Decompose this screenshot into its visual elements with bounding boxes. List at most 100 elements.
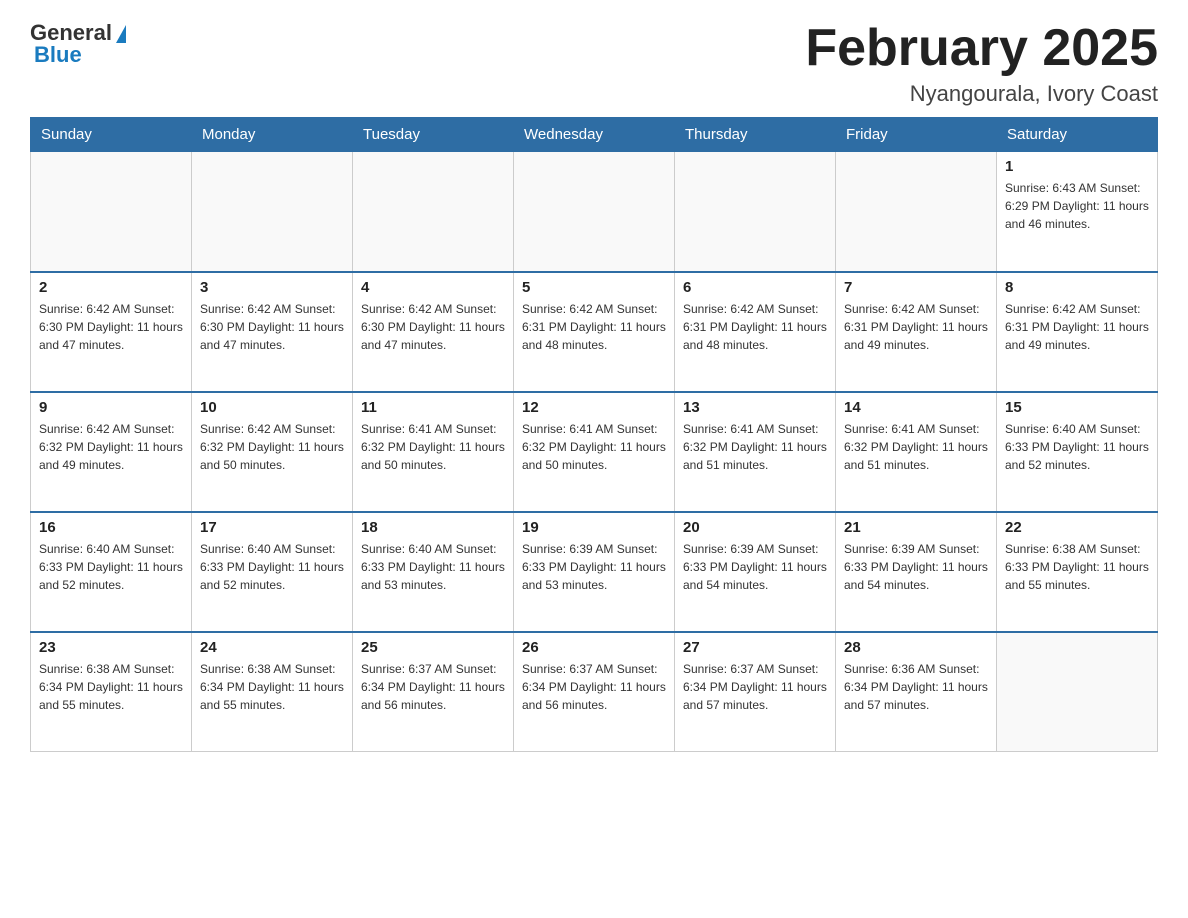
day-info: Sunrise: 6:42 AM Sunset: 6:31 PM Dayligh… bbox=[522, 300, 666, 354]
day-number: 7 bbox=[844, 279, 988, 296]
day-info: Sunrise: 6:36 AM Sunset: 6:34 PM Dayligh… bbox=[844, 660, 988, 714]
day-info: Sunrise: 6:38 AM Sunset: 6:34 PM Dayligh… bbox=[200, 660, 344, 714]
day-info: Sunrise: 6:43 AM Sunset: 6:29 PM Dayligh… bbox=[1005, 179, 1149, 233]
day-info: Sunrise: 6:42 AM Sunset: 6:31 PM Dayligh… bbox=[683, 300, 827, 354]
calendar-header-row: SundayMondayTuesdayWednesdayThursdayFrid… bbox=[31, 118, 1158, 152]
calendar-cell: 5 Sunrise: 6:42 AM Sunset: 6:31 PM Daylig… bbox=[514, 272, 675, 392]
day-info: Sunrise: 6:41 AM Sunset: 6:32 PM Dayligh… bbox=[844, 420, 988, 474]
calendar-week-1: 1 Sunrise: 6:43 AM Sunset: 6:29 PM Daylig… bbox=[31, 152, 1158, 272]
day-info: Sunrise: 6:40 AM Sunset: 6:33 PM Dayligh… bbox=[361, 540, 505, 594]
day-info: Sunrise: 6:37 AM Sunset: 6:34 PM Dayligh… bbox=[683, 660, 827, 714]
calendar-cell: 8 Sunrise: 6:42 AM Sunset: 6:31 PM Daylig… bbox=[997, 272, 1158, 392]
calendar-cell: 11 Sunrise: 6:41 AM Sunset: 6:32 PM Dayli… bbox=[353, 392, 514, 512]
day-number: 14 bbox=[844, 399, 988, 416]
day-info: Sunrise: 6:42 AM Sunset: 6:30 PM Dayligh… bbox=[200, 300, 344, 354]
calendar-cell bbox=[353, 152, 514, 272]
day-number: 13 bbox=[683, 399, 827, 416]
calendar-cell: 26 Sunrise: 6:37 AM Sunset: 6:34 PM Dayli… bbox=[514, 632, 675, 752]
column-header-tuesday: Tuesday bbox=[353, 118, 514, 152]
day-number: 27 bbox=[683, 639, 827, 656]
calendar-cell: 3 Sunrise: 6:42 AM Sunset: 6:30 PM Daylig… bbox=[192, 272, 353, 392]
calendar-cell: 1 Sunrise: 6:43 AM Sunset: 6:29 PM Daylig… bbox=[997, 152, 1158, 272]
calendar-cell: 25 Sunrise: 6:37 AM Sunset: 6:34 PM Dayli… bbox=[353, 632, 514, 752]
calendar-cell bbox=[836, 152, 997, 272]
day-number: 9 bbox=[39, 399, 183, 416]
calendar-cell: 16 Sunrise: 6:40 AM Sunset: 6:33 PM Dayli… bbox=[31, 512, 192, 632]
day-number: 10 bbox=[200, 399, 344, 416]
day-number: 8 bbox=[1005, 279, 1149, 296]
day-number: 26 bbox=[522, 639, 666, 656]
day-info: Sunrise: 6:41 AM Sunset: 6:32 PM Dayligh… bbox=[522, 420, 666, 474]
calendar-cell: 6Sunrise: 6:42 AM Sunset: 6:31 PM Daylig… bbox=[675, 272, 836, 392]
day-number: 3 bbox=[200, 279, 344, 296]
day-info: Sunrise: 6:38 AM Sunset: 6:33 PM Dayligh… bbox=[1005, 540, 1149, 594]
day-number: 19 bbox=[522, 519, 666, 536]
day-info: Sunrise: 6:42 AM Sunset: 6:31 PM Dayligh… bbox=[844, 300, 988, 354]
day-number: 1 bbox=[1005, 158, 1149, 175]
calendar-cell: 2 Sunrise: 6:42 AM Sunset: 6:30 PM Daylig… bbox=[31, 272, 192, 392]
page-header: General Blue February 2025 Nyangourala, … bbox=[30, 20, 1158, 107]
title-block: February 2025 Nyangourala, Ivory Coast bbox=[805, 20, 1158, 107]
calendar-table: SundayMondayTuesdayWednesdayThursdayFrid… bbox=[30, 117, 1158, 752]
day-info: Sunrise: 6:42 AM Sunset: 6:30 PM Dayligh… bbox=[39, 300, 183, 354]
day-number: 12 bbox=[522, 399, 666, 416]
logo-triangle-icon bbox=[116, 25, 126, 43]
calendar-week-3: 9 Sunrise: 6:42 AM Sunset: 6:32 PM Daylig… bbox=[31, 392, 1158, 512]
day-info: Sunrise: 6:41 AM Sunset: 6:32 PM Dayligh… bbox=[361, 420, 505, 474]
calendar-cell: 15 Sunrise: 6:40 AM Sunset: 6:33 PM Dayli… bbox=[997, 392, 1158, 512]
day-number: 4 bbox=[361, 279, 505, 296]
day-info: Sunrise: 6:37 AM Sunset: 6:34 PM Dayligh… bbox=[522, 660, 666, 714]
column-header-saturday: Saturday bbox=[997, 118, 1158, 152]
calendar-cell: 18 Sunrise: 6:40 AM Sunset: 6:33 PM Dayli… bbox=[353, 512, 514, 632]
calendar-cell: 13 Sunrise: 6:41 AM Sunset: 6:32 PM Dayli… bbox=[675, 392, 836, 512]
calendar-cell: 28 Sunrise: 6:36 AM Sunset: 6:34 PM Dayli… bbox=[836, 632, 997, 752]
month-title: February 2025 bbox=[805, 20, 1158, 77]
calendar-cell: 4 Sunrise: 6:42 AM Sunset: 6:30 PM Daylig… bbox=[353, 272, 514, 392]
location-title: Nyangourala, Ivory Coast bbox=[805, 81, 1158, 107]
calendar-cell bbox=[514, 152, 675, 272]
day-number: 25 bbox=[361, 639, 505, 656]
calendar-cell: 7 Sunrise: 6:42 AM Sunset: 6:31 PM Daylig… bbox=[836, 272, 997, 392]
calendar-cell: 9 Sunrise: 6:42 AM Sunset: 6:32 PM Daylig… bbox=[31, 392, 192, 512]
day-info: Sunrise: 6:42 AM Sunset: 6:30 PM Dayligh… bbox=[361, 300, 505, 354]
column-header-friday: Friday bbox=[836, 118, 997, 152]
calendar-cell: 23Sunrise: 6:38 AM Sunset: 6:34 PM Dayli… bbox=[31, 632, 192, 752]
day-number: 11 bbox=[361, 399, 505, 416]
calendar-cell bbox=[997, 632, 1158, 752]
day-info: Sunrise: 6:41 AM Sunset: 6:32 PM Dayligh… bbox=[683, 420, 827, 474]
day-number: 17 bbox=[200, 519, 344, 536]
day-number: 21 bbox=[844, 519, 988, 536]
day-info: Sunrise: 6:37 AM Sunset: 6:34 PM Dayligh… bbox=[361, 660, 505, 714]
day-info: Sunrise: 6:40 AM Sunset: 6:33 PM Dayligh… bbox=[39, 540, 183, 594]
calendar-cell: 17 Sunrise: 6:40 AM Sunset: 6:33 PM Dayli… bbox=[192, 512, 353, 632]
calendar-cell: 19 Sunrise: 6:39 AM Sunset: 6:33 PM Dayli… bbox=[514, 512, 675, 632]
calendar-cell: 27 Sunrise: 6:37 AM Sunset: 6:34 PM Dayli… bbox=[675, 632, 836, 752]
day-number: 15 bbox=[1005, 399, 1149, 416]
calendar-week-4: 16 Sunrise: 6:40 AM Sunset: 6:33 PM Dayli… bbox=[31, 512, 1158, 632]
calendar-cell: 20 Sunrise: 6:39 AM Sunset: 6:33 PM Dayli… bbox=[675, 512, 836, 632]
calendar-cell: 14 Sunrise: 6:41 AM Sunset: 6:32 PM Dayli… bbox=[836, 392, 997, 512]
calendar-week-2: 2 Sunrise: 6:42 AM Sunset: 6:30 PM Daylig… bbox=[31, 272, 1158, 392]
day-info: Sunrise: 6:42 AM Sunset: 6:32 PM Dayligh… bbox=[39, 420, 183, 474]
calendar-body: 1 Sunrise: 6:43 AM Sunset: 6:29 PM Daylig… bbox=[31, 152, 1158, 752]
calendar-cell: 21Sunrise: 6:39 AM Sunset: 6:33 PM Dayli… bbox=[836, 512, 997, 632]
column-header-wednesday: Wednesday bbox=[514, 118, 675, 152]
day-number: 20 bbox=[683, 519, 827, 536]
day-info: Sunrise: 6:40 AM Sunset: 6:33 PM Dayligh… bbox=[200, 540, 344, 594]
logo: General Blue bbox=[30, 20, 126, 68]
day-info: Sunrise: 6:42 AM Sunset: 6:31 PM Dayligh… bbox=[1005, 300, 1149, 354]
day-number: 16 bbox=[39, 519, 183, 536]
day-info: Sunrise: 6:40 AM Sunset: 6:33 PM Dayligh… bbox=[1005, 420, 1149, 474]
column-header-thursday: Thursday bbox=[675, 118, 836, 152]
day-info: Sunrise: 6:39 AM Sunset: 6:33 PM Dayligh… bbox=[522, 540, 666, 594]
calendar-cell: 24 Sunrise: 6:38 AM Sunset: 6:34 PM Dayli… bbox=[192, 632, 353, 752]
calendar-cell: 22Sunrise: 6:38 AM Sunset: 6:33 PM Dayli… bbox=[997, 512, 1158, 632]
day-number: 5 bbox=[522, 279, 666, 296]
day-info: Sunrise: 6:38 AM Sunset: 6:34 PM Dayligh… bbox=[39, 660, 183, 714]
day-number: 2 bbox=[39, 279, 183, 296]
day-number: 18 bbox=[361, 519, 505, 536]
day-info: Sunrise: 6:39 AM Sunset: 6:33 PM Dayligh… bbox=[683, 540, 827, 594]
day-number: 24 bbox=[200, 639, 344, 656]
day-number: 28 bbox=[844, 639, 988, 656]
column-header-monday: Monday bbox=[192, 118, 353, 152]
